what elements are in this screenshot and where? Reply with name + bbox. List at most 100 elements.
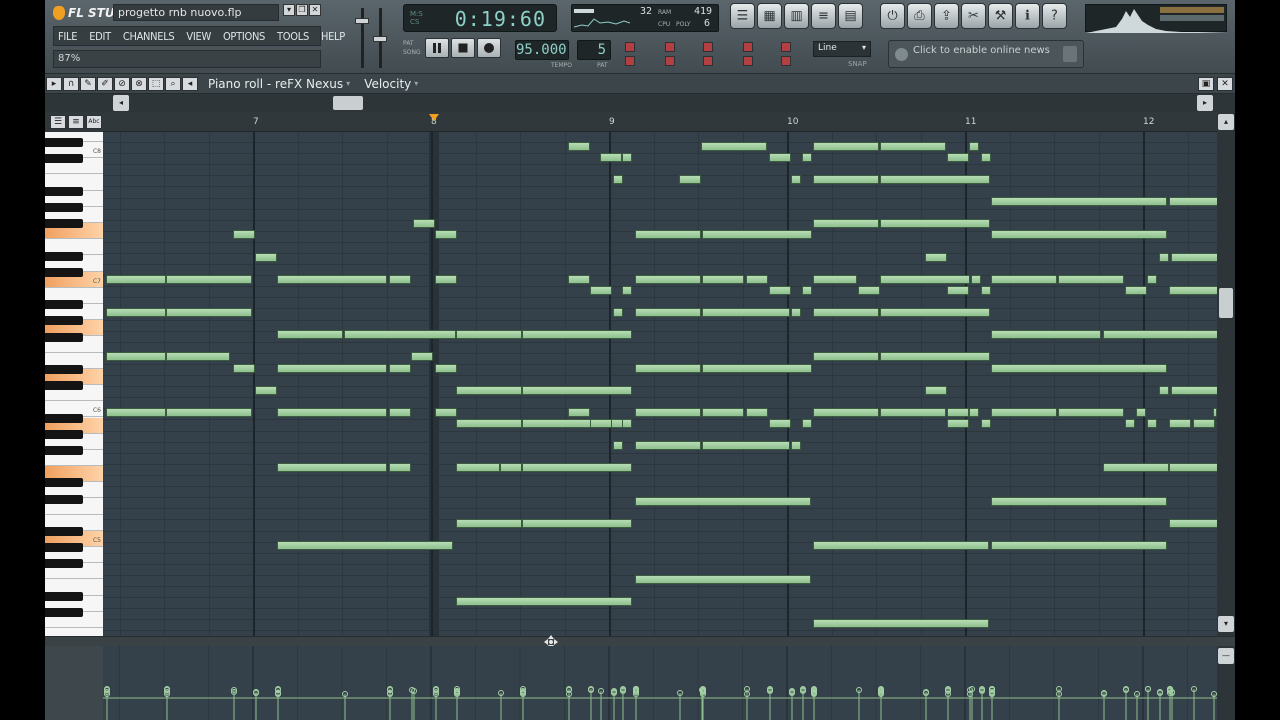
black-key[interactable] xyxy=(45,138,83,148)
midi-note[interactable] xyxy=(1169,463,1217,472)
black-key[interactable] xyxy=(45,543,83,553)
midi-note[interactable] xyxy=(701,142,767,151)
midi-note[interactable] xyxy=(568,408,590,417)
pause-button[interactable] xyxy=(425,38,449,58)
black-key[interactable] xyxy=(45,154,83,164)
midi-note[interactable] xyxy=(858,286,880,295)
pattern-number[interactable]: 5 xyxy=(577,40,611,60)
black-key[interactable] xyxy=(45,219,83,229)
magnet-icon[interactable]: ∩ xyxy=(63,76,79,91)
midi-note[interactable] xyxy=(413,219,435,228)
midi-note[interactable] xyxy=(702,275,744,284)
midi-note[interactable] xyxy=(702,308,790,317)
midi-note[interactable] xyxy=(1125,286,1147,295)
midi-note[interactable] xyxy=(813,275,857,284)
midi-note[interactable] xyxy=(1193,419,1215,428)
midi-note[interactable] xyxy=(679,175,701,184)
midi-note[interactable] xyxy=(1169,197,1217,206)
event-editor-divider[interactable] xyxy=(45,635,1235,649)
midi-note[interactable] xyxy=(925,386,947,395)
midi-note[interactable] xyxy=(166,275,252,284)
stop-button[interactable] xyxy=(451,38,475,58)
keyboard-view-icon[interactable]: ☰ xyxy=(50,115,66,129)
midi-note[interactable] xyxy=(622,286,632,295)
midi-note[interactable] xyxy=(702,408,744,417)
black-key[interactable] xyxy=(45,332,83,342)
midi-note[interactable] xyxy=(255,386,277,395)
midi-note[interactable] xyxy=(456,419,522,428)
step-edit-toggle[interactable] xyxy=(625,56,635,66)
midi-note[interactable] xyxy=(769,286,791,295)
menu-view[interactable]: VIEW xyxy=(186,30,211,43)
horizontal-scrollbar[interactable]: ◂ ▸ xyxy=(45,94,1235,112)
midi-note[interactable] xyxy=(344,330,456,339)
midi-note[interactable] xyxy=(769,153,791,162)
menu-file[interactable]: FILE xyxy=(58,30,77,43)
wait-input-toggle[interactable] xyxy=(665,56,675,66)
chevron-down-icon[interactable]: ▾ xyxy=(414,79,418,88)
midi-note[interactable] xyxy=(769,419,791,428)
midi-note[interactable] xyxy=(1171,253,1217,262)
midi-note[interactable] xyxy=(590,286,612,295)
typing-keyboard-toggle[interactable] xyxy=(625,42,635,52)
midi-note[interactable] xyxy=(880,308,990,317)
velocity-scrollbar[interactable]: — xyxy=(1217,646,1235,720)
menu-channels[interactable]: CHANNELS xyxy=(123,30,175,43)
midi-note[interactable] xyxy=(389,275,411,284)
loop-record-toggle[interactable] xyxy=(743,42,753,52)
midi-note[interactable] xyxy=(166,408,252,417)
save-button[interactable]: ⎙ xyxy=(907,3,932,29)
midi-note[interactable] xyxy=(613,441,623,450)
midi-note[interactable] xyxy=(969,408,979,417)
midi-note[interactable] xyxy=(991,230,1167,239)
delete-tool-icon[interactable]: ⊘ xyxy=(114,76,130,91)
midi-note[interactable] xyxy=(746,408,768,417)
midi-note[interactable] xyxy=(791,308,801,317)
midi-note[interactable] xyxy=(613,308,623,317)
record-button[interactable] xyxy=(477,38,501,58)
midi-note[interactable] xyxy=(635,408,701,417)
scroll-left-button[interactable]: ◂ xyxy=(113,95,129,111)
midi-note[interactable] xyxy=(981,286,991,295)
playhead-marker[interactable] xyxy=(429,114,439,121)
midi-note[interactable] xyxy=(1136,408,1146,417)
midi-note[interactable] xyxy=(635,441,701,450)
midi-note[interactable] xyxy=(971,275,981,284)
menu-arrow-icon[interactable]: ▸ xyxy=(46,76,62,91)
note-grid[interactable] xyxy=(103,132,1217,636)
midi-note[interactable] xyxy=(106,308,166,317)
midi-note[interactable] xyxy=(925,253,947,262)
midi-note[interactable] xyxy=(1169,519,1217,528)
black-key[interactable] xyxy=(45,478,83,488)
black-key[interactable] xyxy=(45,316,83,326)
midi-note[interactable] xyxy=(802,286,812,295)
black-key[interactable] xyxy=(45,429,83,439)
plugin-picker-button[interactable]: ⏻ xyxy=(880,3,905,29)
midi-note[interactable] xyxy=(880,275,970,284)
midi-note[interactable] xyxy=(277,364,387,373)
countdown-toggle[interactable] xyxy=(665,42,675,52)
midi-note[interactable] xyxy=(166,352,230,361)
midi-note[interactable] xyxy=(991,541,1167,550)
midi-note[interactable] xyxy=(522,519,632,528)
midi-note[interactable] xyxy=(522,419,632,428)
midi-note[interactable] xyxy=(600,153,622,162)
mute-tool-icon[interactable]: ⊗ xyxy=(131,76,147,91)
midi-note[interactable] xyxy=(702,364,812,373)
scroll-toggle[interactable] xyxy=(743,56,753,66)
midi-note[interactable] xyxy=(456,519,522,528)
midi-note[interactable] xyxy=(522,386,632,395)
black-key[interactable] xyxy=(45,203,83,212)
midi-note[interactable] xyxy=(813,308,879,317)
tools-button[interactable]: ⚒ xyxy=(988,3,1013,29)
midi-note[interactable] xyxy=(1169,286,1217,295)
cut-button[interactable]: ✂ xyxy=(961,3,986,29)
midi-note[interactable] xyxy=(1058,275,1124,284)
midi-note[interactable] xyxy=(568,275,590,284)
menu-tools[interactable]: TOOLS xyxy=(277,30,309,43)
scroll-down-button[interactable]: ▾ xyxy=(1218,616,1234,632)
midi-note[interactable] xyxy=(813,352,879,361)
chevron-down-icon[interactable]: ▾ xyxy=(346,79,350,88)
midi-note[interactable] xyxy=(947,153,969,162)
midi-note[interactable] xyxy=(635,230,701,239)
